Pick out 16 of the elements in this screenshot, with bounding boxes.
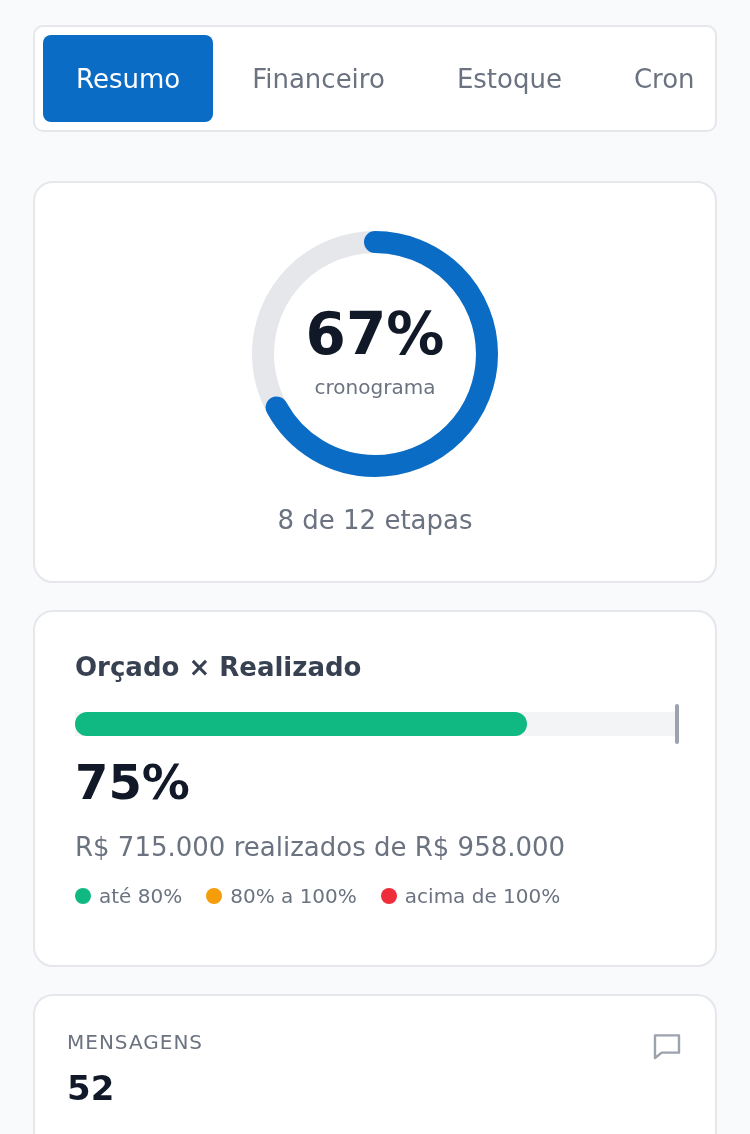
legend-label: até 80% <box>99 884 183 908</box>
tab[interactable]: Estoque <box>423 35 595 122</box>
target-marker <box>675 704 679 744</box>
tab[interactable]: Financeiro <box>219 35 418 122</box>
messages-label: MENSAGENS <box>67 1030 204 1054</box>
budget-summary: R$ 715.000 realizados de R$ 958.000 <box>75 832 567 862</box>
budget-title: Orçado × Realizado <box>75 652 363 682</box>
steps-text: 8 de 12 etapas <box>277 505 473 535</box>
progress-caption: cronograma <box>314 375 436 399</box>
legend-label: 80% a 100% <box>230 884 357 908</box>
tab[interactable]: Cron <box>600 35 715 122</box>
tab[interactable]: Resumo <box>43 35 214 122</box>
budget-percent: 75% <box>75 754 191 810</box>
progress-value: 67% <box>305 305 445 363</box>
messages-count: 52 <box>67 1068 116 1108</box>
legend-label: acima de 100% <box>404 884 561 908</box>
